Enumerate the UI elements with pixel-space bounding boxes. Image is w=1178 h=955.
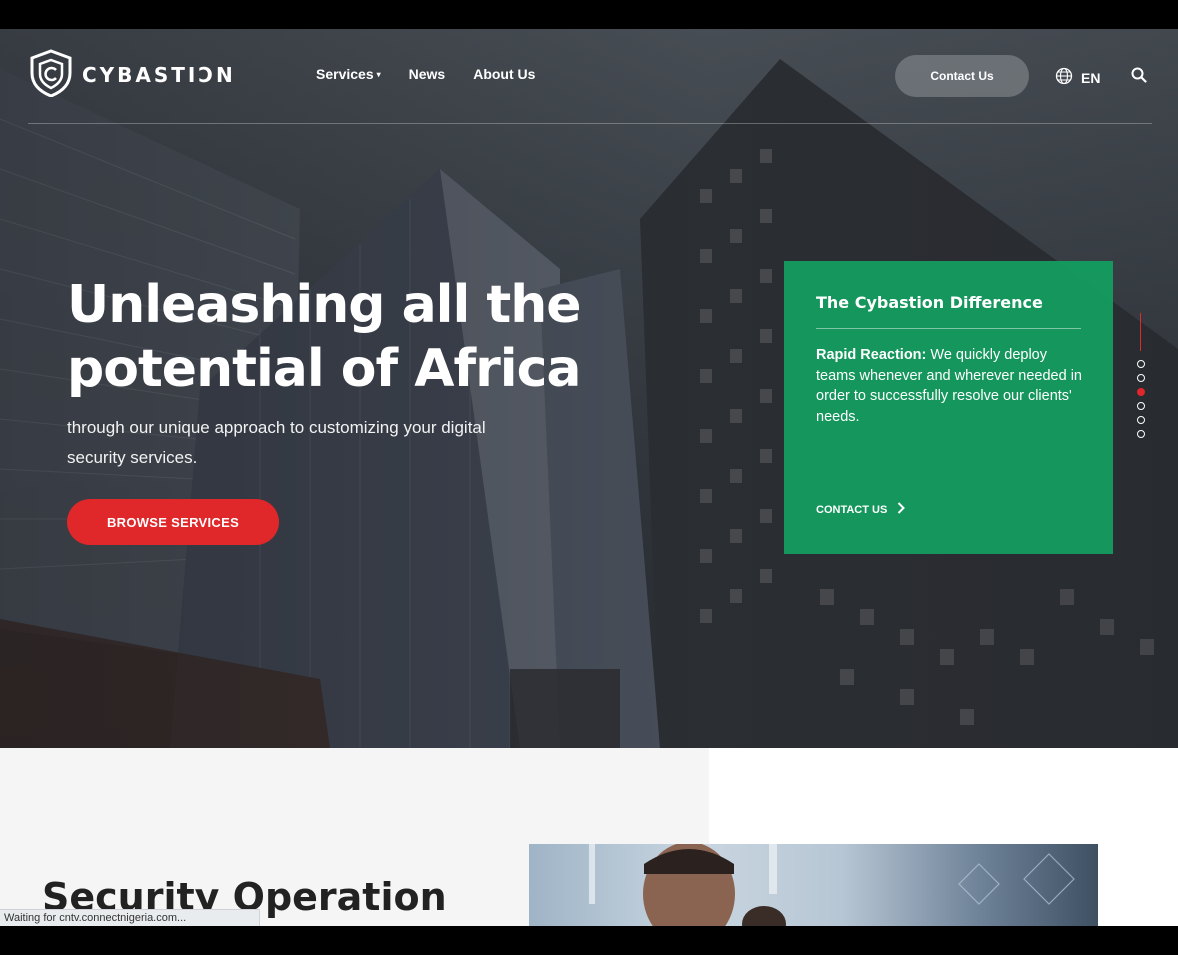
slider-dot[interactable] — [1137, 416, 1145, 424]
header-divider — [28, 123, 1152, 124]
slider-dot[interactable] — [1137, 402, 1145, 410]
card-body: Rapid Reaction: We quickly deploy teams … — [816, 345, 1086, 427]
nav-item-services[interactable]: Services ▾ — [316, 66, 381, 82]
card-body-lead: Rapid Reaction: — [816, 347, 927, 363]
difference-card: The Cybastion Difference Rapid Reaction:… — [784, 261, 1113, 554]
globe-icon — [1055, 67, 1073, 88]
slider-dot[interactable] — [1137, 374, 1145, 382]
chevron-down-icon: ▾ — [376, 69, 381, 79]
slider-dot-active[interactable] — [1137, 388, 1145, 396]
slider-pagination — [1136, 313, 1146, 444]
slider-progress-bar — [1140, 313, 1141, 351]
search-icon[interactable] — [1131, 67, 1147, 87]
nav-item-about[interactable]: About Us — [473, 66, 535, 82]
contact-us-button[interactable]: Contact Us — [895, 55, 1029, 97]
card-title: The Cybastion Difference — [816, 293, 1043, 312]
nav-news-label: News — [408, 66, 446, 82]
shield-logo-icon — [28, 49, 74, 101]
hero-title: Unleashing all the potential of Africa — [67, 275, 582, 399]
slider-dot[interactable] — [1137, 360, 1145, 368]
card-contact-link[interactable]: CONTACT US — [816, 502, 906, 517]
logo-text: CYBASTIƆN — [82, 63, 236, 87]
card-link-label: CONTACT US — [816, 503, 888, 516]
site-logo[interactable]: CYBASTIƆN — [28, 49, 236, 101]
nav-services-label: Services — [316, 66, 374, 82]
main-nav: Services ▾ News About Us — [316, 66, 535, 82]
language-label: EN — [1081, 69, 1101, 86]
slider-dot[interactable] — [1137, 430, 1145, 438]
language-selector[interactable]: EN — [1055, 67, 1100, 88]
card-divider — [816, 328, 1081, 329]
chevron-right-icon — [897, 502, 906, 517]
browser-status-bar: Waiting for cntv.connectnigeria.com... — [0, 909, 260, 926]
nav-about-label: About Us — [473, 66, 536, 82]
page-viewport: CYBASTIƆN Services ▾ News About Us Conta… — [0, 29, 1178, 926]
browse-services-button[interactable]: BROWSE SERVICES — [67, 499, 279, 545]
hero-subtitle: through our unique approach to customizi… — [67, 418, 486, 467]
nav-item-news[interactable]: News — [409, 66, 446, 82]
team-photo — [529, 844, 1098, 926]
